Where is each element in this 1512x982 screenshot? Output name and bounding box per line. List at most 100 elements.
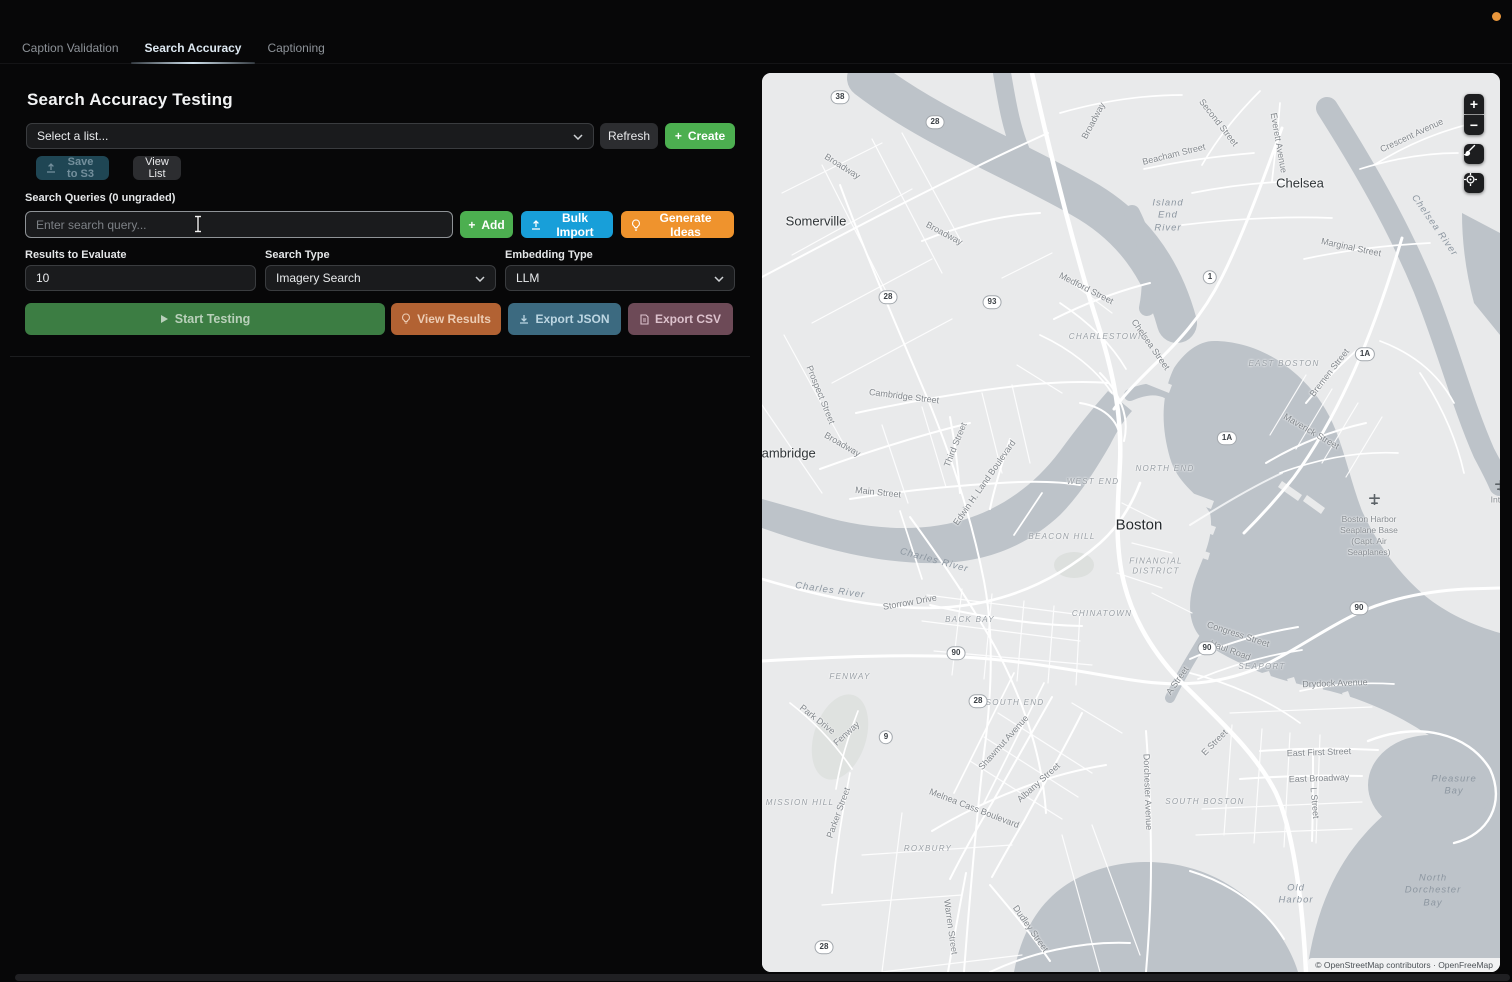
export-csv-button[interactable]: Export CSV — [628, 303, 733, 335]
panel-divider — [10, 356, 750, 357]
map-label: E Street — [1199, 727, 1230, 758]
map-label: Marginal Street — [1320, 236, 1382, 260]
export-json-button[interactable]: Export JSON — [508, 303, 621, 335]
map-label: Warren Street — [940, 899, 959, 956]
results-to-evaluate-input[interactable] — [36, 271, 245, 285]
map-label: WEST END — [1067, 477, 1120, 487]
map-label: Maverick Street — [1281, 411, 1341, 452]
map-label: Broadway — [1079, 101, 1108, 142]
generate-ideas-button[interactable]: Generate Ideas — [621, 211, 734, 238]
crosshair-icon — [1464, 173, 1477, 186]
view-list-button[interactable]: View List — [133, 156, 181, 180]
zoom-out-button[interactable]: − — [1464, 115, 1484, 135]
map-label: Melnea Cass Boulevard — [927, 786, 1020, 831]
map-label: A Street — [1164, 665, 1192, 698]
plus-icon: + — [468, 218, 475, 232]
map-label: Main Street — [854, 485, 901, 501]
view-results-button[interactable]: View Results — [391, 303, 501, 335]
tab-caption-validation[interactable]: Caption Validation — [20, 36, 121, 63]
tab-captioning[interactable]: Captioning — [265, 36, 326, 63]
lightbulb-icon — [401, 313, 411, 325]
upload-icon — [46, 163, 56, 173]
refresh-button[interactable]: Refresh — [600, 123, 658, 149]
tab-bar: Caption Validation Search Accuracy Caption… — [0, 36, 1512, 64]
upload-icon — [531, 220, 541, 230]
map-label: Shawmut Avenue — [976, 713, 1031, 773]
lightbulb-icon — [631, 219, 641, 231]
brush-icon — [1464, 144, 1476, 156]
map-label: Everett Avenue — [1267, 112, 1289, 174]
route-shield: 93 — [983, 295, 1002, 309]
create-button[interactable]: + Create — [665, 123, 735, 149]
map-label: Cambridge Street — [868, 387, 939, 407]
map-label: CHARLESTOWN — [1069, 332, 1145, 342]
map-attribution[interactable]: © OpenStreetMap contributors · OpenFreeM… — [1308, 958, 1500, 972]
search-queries-label: Search Queries (0 ungraded) — [25, 192, 175, 204]
search-type-select[interactable]: Imagery Search — [265, 265, 496, 291]
embedding-type-label: Embedding Type — [505, 249, 593, 261]
chevron-down-icon — [475, 271, 485, 285]
route-shield: 90 — [1198, 641, 1217, 655]
results-to-evaluate-label: Results to Evaluate — [25, 249, 126, 261]
map-label: Dorchester Avenue — [1140, 754, 1154, 831]
map-label: Fenway — [831, 719, 862, 749]
map-label: SOUTH END — [986, 698, 1045, 708]
map-label: SEAPORT — [1238, 662, 1285, 672]
list-select[interactable]: Select a list... — [26, 123, 594, 149]
route-shield: 28 — [815, 940, 834, 954]
map-label: Dudley Street — [1010, 903, 1051, 954]
map-label: NORTH END — [1135, 464, 1194, 474]
map-label: Pleasure Bay — [1431, 774, 1477, 799]
save-to-s3-button[interactable]: Save to S3 — [36, 156, 109, 180]
locate-button[interactable] — [1464, 173, 1484, 193]
map-label: Island End River — [1152, 197, 1183, 234]
map-label: Beacham Street — [1141, 142, 1206, 169]
map-label: BACK BAY — [945, 615, 995, 625]
map-label: Cambridge — [762, 446, 816, 463]
route-shield: 1A — [1217, 431, 1237, 445]
map-label: Somerville — [786, 214, 847, 231]
horizontal-scrollbar[interactable] — [15, 974, 1510, 981]
route-shield: 28 — [879, 290, 898, 304]
map-label: Drydock Avenue — [1302, 677, 1368, 691]
map-label: Chelsea Street — [1128, 317, 1172, 372]
plus-icon: + — [675, 129, 682, 143]
map-label: MISSION HILL — [766, 798, 835, 808]
map-label: SOUTH BOSTON — [1165, 797, 1244, 807]
add-button[interactable]: + Add — [460, 211, 513, 238]
map-label: EAST BOSTON — [1248, 359, 1319, 369]
map-label: Broadway — [924, 219, 965, 248]
chevron-down-icon — [714, 271, 724, 285]
file-icon — [640, 314, 649, 325]
map-label: Boston — [1116, 515, 1163, 535]
route-shield: 1A — [1355, 347, 1375, 361]
map-label: East First Street — [1287, 746, 1352, 760]
map-label: Albany Street — [1015, 761, 1063, 806]
map-labels: Somerville Chelsea Cambridge Boston CHARLEST… — [762, 73, 1500, 972]
map-label: Bremen Street — [1308, 347, 1353, 400]
map-label: ROXBURY — [904, 844, 952, 854]
search-query-field[interactable] — [25, 211, 453, 238]
start-testing-button[interactable]: Start Testing — [25, 303, 385, 335]
map-label: East Broadway — [1289, 772, 1350, 786]
map-label: Old Harbor — [1278, 883, 1313, 908]
map-style-button[interactable] — [1464, 144, 1484, 164]
zoom-in-button[interactable]: + — [1464, 94, 1484, 114]
embedding-type-select[interactable]: LLM — [505, 265, 735, 291]
map-label: Broadway — [822, 430, 863, 460]
map-label: FENWAY — [829, 672, 870, 682]
map-label: Second Street — [1196, 97, 1240, 149]
search-query-input[interactable] — [36, 218, 442, 232]
search-type-label: Search Type — [265, 249, 330, 261]
map-label: Chelsea — [1276, 176, 1324, 193]
recording-indicator — [1492, 12, 1501, 21]
route-shield: 1 — [1203, 270, 1217, 284]
map-label: Logan International Airport — [1491, 483, 1500, 516]
map[interactable]: Somerville Chelsea Cambridge Boston CHARLEST… — [762, 73, 1500, 972]
map-label: Charles River — [794, 580, 866, 602]
tab-search-accuracy[interactable]: Search Accuracy — [143, 36, 244, 63]
map-label: Charles River — [898, 546, 969, 576]
bulk-import-button[interactable]: Bulk Import — [521, 211, 613, 238]
results-to-evaluate-field[interactable] — [25, 265, 256, 291]
map-label: FINANCIAL DISTRICT — [1129, 557, 1183, 578]
